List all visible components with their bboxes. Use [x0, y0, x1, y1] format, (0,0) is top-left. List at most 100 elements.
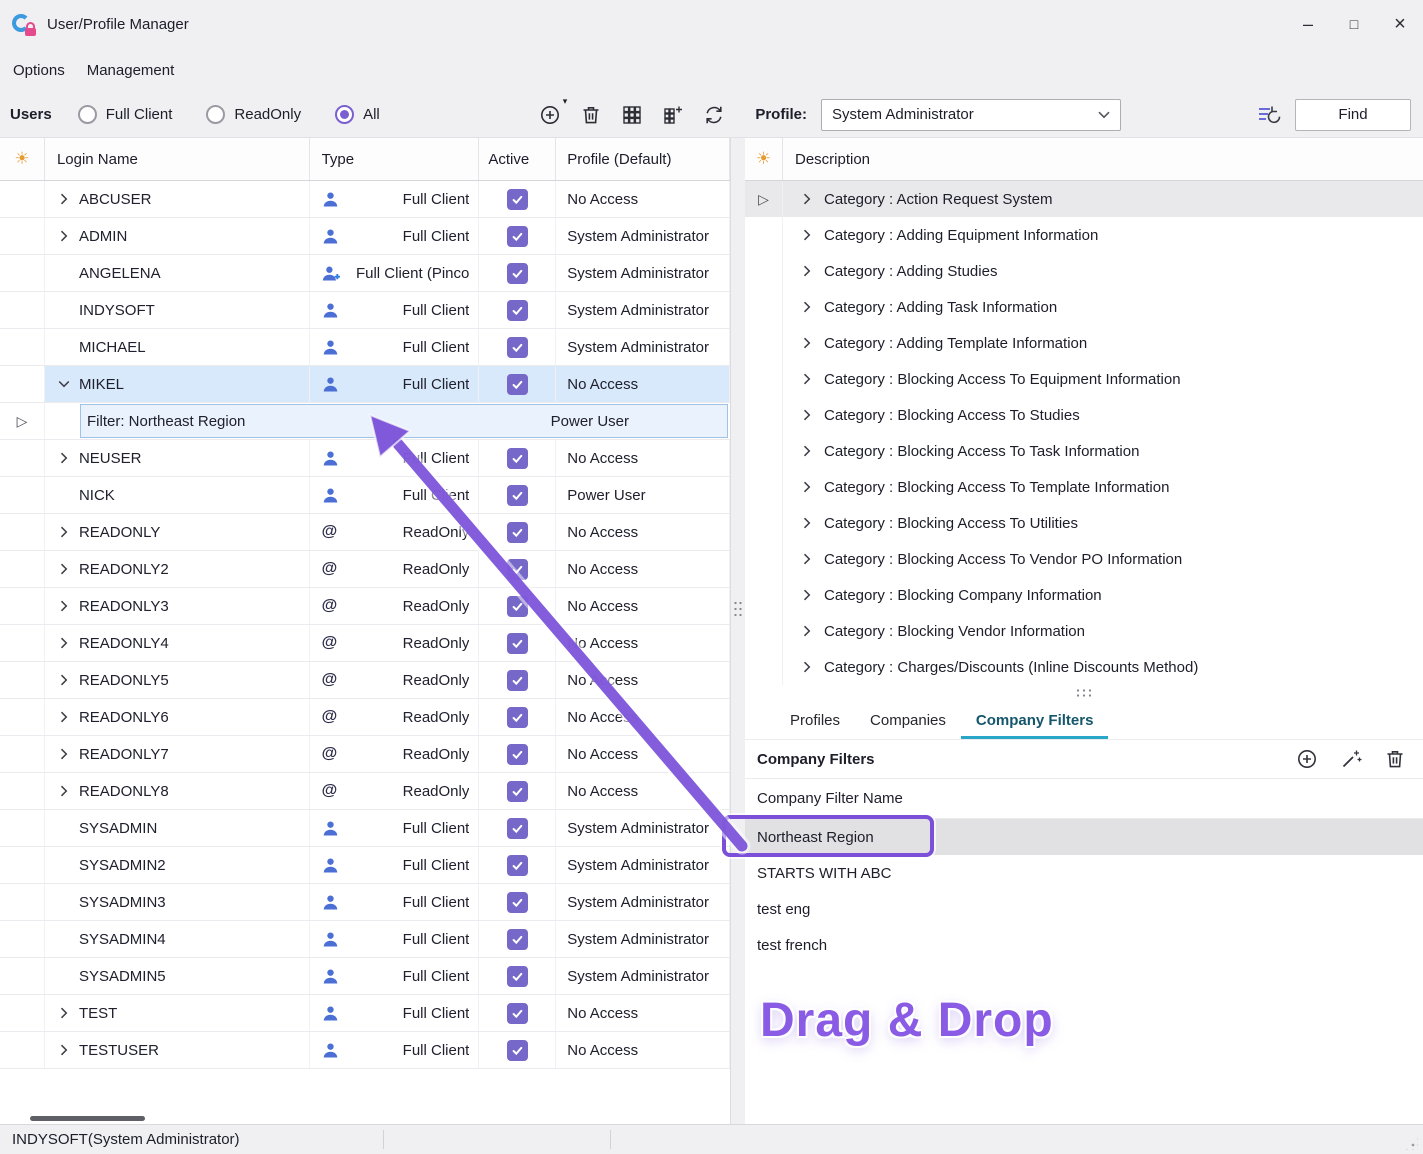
column-header-type[interactable]: Type	[310, 138, 480, 180]
collapse-chevron-icon[interactable]	[57, 380, 71, 388]
expand-chevron-icon[interactable]	[57, 785, 71, 797]
expand-chevron-icon[interactable]	[57, 452, 71, 464]
active-checkbox[interactable]	[507, 1003, 528, 1024]
category-row[interactable]: Category : Adding Task Information	[745, 289, 1423, 325]
user-row[interactable]: READONLY4 @ ReadOnly No Access	[0, 625, 730, 662]
category-row[interactable]: ▷ Category : Action Request System	[745, 181, 1423, 217]
user-row[interactable]: NICK Full Client Power User	[0, 477, 730, 514]
minimize-button[interactable]: –	[1285, 0, 1331, 48]
active-checkbox[interactable]	[507, 892, 528, 913]
expand-chevron-icon[interactable]	[800, 373, 814, 385]
active-checkbox[interactable]	[507, 189, 528, 210]
expand-chevron-icon[interactable]	[57, 748, 71, 760]
user-row[interactable]: SYSADMIN3 Full Client System Administrat…	[0, 884, 730, 921]
active-checkbox[interactable]	[507, 1040, 528, 1061]
add-user-button[interactable]: ▾	[537, 102, 563, 128]
active-checkbox[interactable]	[507, 448, 528, 469]
active-checkbox[interactable]	[507, 374, 528, 395]
user-row[interactable]: ANGELENA Full Client (Pinco System Admin…	[0, 255, 730, 292]
resize-grip-icon[interactable]	[1404, 1136, 1418, 1150]
delete-user-button[interactable]	[578, 102, 604, 128]
user-row[interactable]: READONLY2 @ ReadOnly No Access	[0, 551, 730, 588]
company-filter-row[interactable]: Northeast Region	[745, 819, 1423, 855]
find-button[interactable]: Find	[1295, 99, 1411, 131]
category-row[interactable]: Category : Charges/Discounts (Inline Dis…	[745, 649, 1423, 685]
user-row[interactable]: ADMIN Full Client System Administrator	[0, 218, 730, 255]
user-row[interactable]: TESTUSER Full Client No Access	[0, 1032, 730, 1069]
radio-circle[interactable]	[335, 105, 354, 124]
category-row[interactable]: Category : Blocking Access To Equipment …	[745, 361, 1423, 397]
horizontal-scrollbar-thumb[interactable]	[30, 1116, 145, 1121]
expand-chevron-icon[interactable]	[57, 711, 71, 723]
user-filter-radio[interactable]: All	[335, 105, 380, 124]
active-checkbox[interactable]	[507, 485, 528, 506]
edit-filter-button[interactable]	[1339, 747, 1363, 771]
tab[interactable]: Company Filters	[961, 703, 1109, 739]
active-checkbox[interactable]	[507, 263, 528, 284]
settings-sun-icon[interactable]: ☀	[14, 149, 29, 169]
user-row[interactable]: MICHAEL Full Client System Administrator	[0, 329, 730, 366]
category-row[interactable]: Category : Blocking Access To Vendor PO …	[745, 541, 1423, 577]
tab[interactable]: Companies	[855, 703, 961, 739]
category-row[interactable]: Category : Adding Studies	[745, 253, 1423, 289]
column-header-company-filter-name[interactable]: Company Filter Name	[745, 779, 1423, 819]
active-checkbox[interactable]	[507, 300, 528, 321]
tab[interactable]: Profiles	[775, 703, 855, 739]
radio-circle[interactable]	[78, 105, 97, 124]
category-row[interactable]: Category : Adding Equipment Information	[745, 217, 1423, 253]
category-row[interactable]: Category : Blocking Access To Studies	[745, 397, 1423, 433]
expand-chevron-icon[interactable]	[800, 301, 814, 313]
active-checkbox[interactable]	[507, 744, 528, 765]
expand-chevron-icon[interactable]	[57, 526, 71, 538]
active-checkbox[interactable]	[507, 818, 528, 839]
expand-chevron-icon[interactable]	[800, 517, 814, 529]
company-filter-row[interactable]: test eng	[745, 891, 1423, 927]
expand-chevron-icon[interactable]	[800, 337, 814, 349]
settings-sun-icon[interactable]: ☀	[756, 149, 771, 169]
close-button[interactable]: ×	[1377, 0, 1423, 48]
column-header-description[interactable]: Description	[783, 138, 870, 180]
category-row[interactable]: Category : Blocking Access To Task Infor…	[745, 433, 1423, 469]
user-filter-radio[interactable]: ReadOnly	[206, 105, 301, 124]
active-checkbox[interactable]	[507, 929, 528, 950]
user-row[interactable]: NEUSER Full Client No Access	[0, 440, 730, 477]
expand-chevron-icon[interactable]	[800, 229, 814, 241]
filter-subrow[interactable]: ▷ Filter: Northeast Region Power User	[0, 403, 730, 440]
user-row[interactable]: INDYSOFT Full Client System Administrato…	[0, 292, 730, 329]
active-checkbox[interactable]	[507, 966, 528, 987]
expand-chevron-icon[interactable]	[800, 445, 814, 457]
user-filter-radio[interactable]: Full Client	[78, 105, 173, 124]
active-checkbox[interactable]	[507, 596, 528, 617]
company-filter-row[interactable]: test french	[745, 927, 1423, 963]
user-row[interactable]: READONLY @ ReadOnly No Access	[0, 514, 730, 551]
expand-chevron-icon[interactable]	[57, 193, 71, 205]
user-row[interactable]: SYSADMIN Full Client System Administrato…	[0, 810, 730, 847]
expand-chevron-icon[interactable]	[57, 674, 71, 686]
user-row[interactable]: READONLY3 @ ReadOnly No Access	[0, 588, 730, 625]
active-checkbox[interactable]	[507, 633, 528, 654]
active-checkbox[interactable]	[507, 781, 528, 802]
add-grid-button[interactable]	[660, 102, 686, 128]
expand-chevron-icon[interactable]	[800, 589, 814, 601]
user-row[interactable]: ABCUSER Full Client No Access	[0, 181, 730, 218]
user-row[interactable]: MIKEL Full Client No Access	[0, 366, 730, 403]
column-header-active[interactable]: Active	[479, 138, 556, 180]
profile-sync-button[interactable]	[1257, 102, 1283, 128]
category-row[interactable]: Category : Blocking Access To Utilities	[745, 505, 1423, 541]
expand-chevron-icon[interactable]	[57, 563, 71, 575]
active-checkbox[interactable]	[507, 559, 528, 580]
expand-chevron-icon[interactable]	[800, 193, 814, 205]
active-checkbox[interactable]	[507, 337, 528, 358]
expand-chevron-icon[interactable]	[57, 230, 71, 242]
menu-item[interactable]: Management	[76, 53, 186, 88]
maximize-button[interactable]: □	[1331, 0, 1377, 48]
user-row[interactable]: READONLY6 @ ReadOnly No Access	[0, 699, 730, 736]
active-checkbox[interactable]	[507, 670, 528, 691]
expand-chevron-icon[interactable]	[57, 637, 71, 649]
user-row[interactable]: SYSADMIN2 Full Client System Administrat…	[0, 847, 730, 884]
expand-chevron-icon[interactable]	[57, 1044, 71, 1056]
column-header-login-name[interactable]: Login Name	[45, 138, 310, 180]
user-row[interactable]: SYSADMIN5 Full Client System Administrat…	[0, 958, 730, 995]
company-filter-row[interactable]: STARTS WITH ABC	[745, 855, 1423, 891]
category-row[interactable]: Category : Blocking Vendor Information	[745, 613, 1423, 649]
